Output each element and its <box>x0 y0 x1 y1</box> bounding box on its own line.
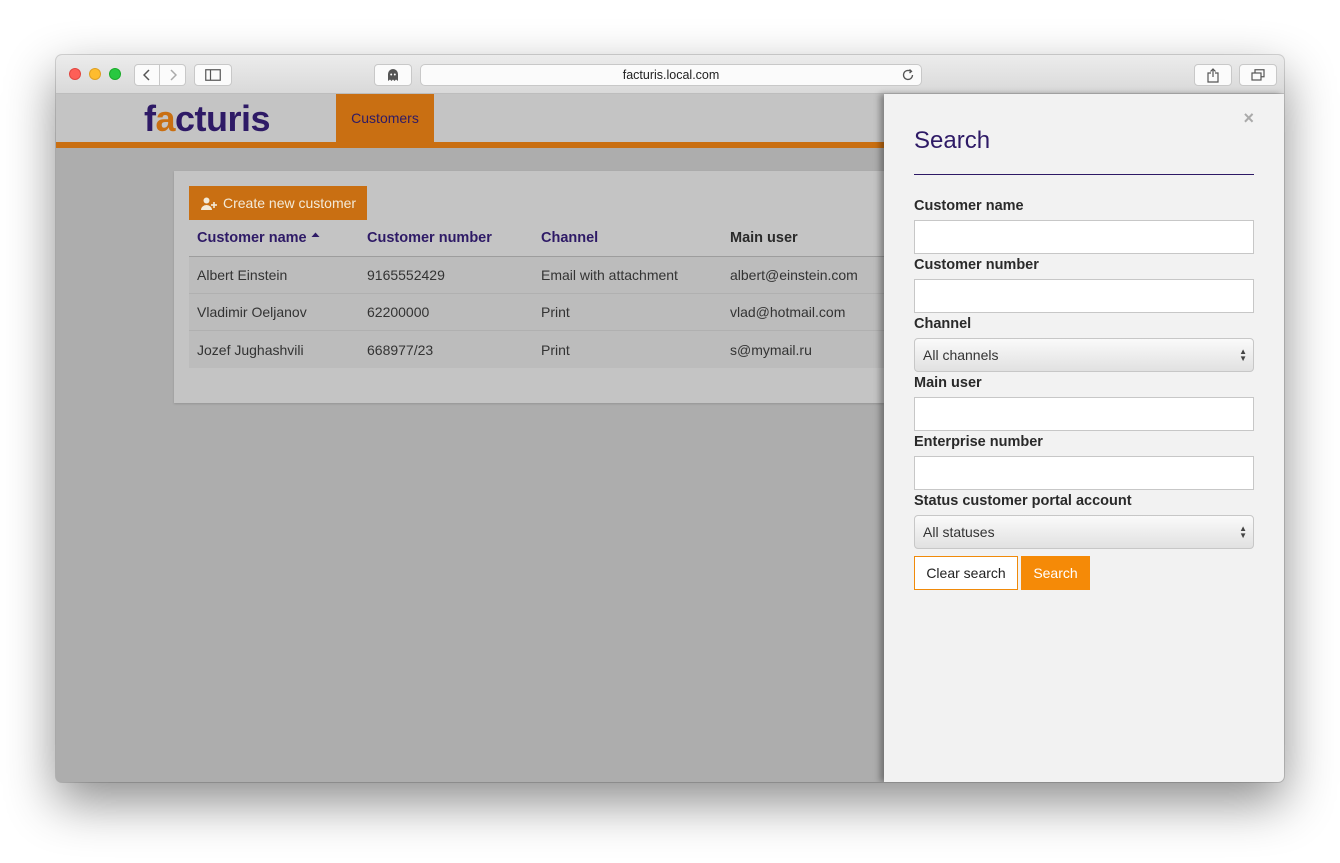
customer-name-label: Customer name <box>914 198 1024 214</box>
page-content: facturis Customers Create new customer C… <box>56 94 1284 782</box>
cell-main-user: vlad@hotmail.com <box>730 304 846 320</box>
channel-label: Channel <box>914 316 972 332</box>
cell-main-user: s@mymail.ru <box>730 341 812 358</box>
main-user-input[interactable] <box>914 397 1254 431</box>
channel-select-value: All channels <box>923 347 999 363</box>
search-form: Customer name Customer number Channel Al… <box>914 197 1254 590</box>
share-button[interactable] <box>1194 64 1232 86</box>
browser-titlebar: facturis.local.com <box>56 55 1284 94</box>
status-select[interactable]: All statuses ▲ ▼ <box>914 515 1254 549</box>
url-text: facturis.local.com <box>622 68 720 82</box>
chevron-left-icon <box>143 69 150 81</box>
create-customer-label: Create new customer <box>223 195 357 211</box>
back-button[interactable] <box>134 64 160 86</box>
window-minimize-button[interactable] <box>89 68 101 80</box>
create-customer-button[interactable]: Create new customer <box>189 186 367 220</box>
logo-letter-a: a <box>155 98 176 139</box>
sort-asc-icon <box>311 232 320 237</box>
customers-card: Create new customer Customer name Custom… <box>174 171 884 403</box>
tabs-icon <box>1251 69 1265 81</box>
enterprise-number-input[interactable] <box>914 456 1254 490</box>
nav-tab-label: Customers <box>351 110 419 126</box>
table-row[interactable]: Vladimir Oeljanov 62200000 Print vlad@ho… <box>189 294 884 331</box>
app-header: facturis Customers <box>56 94 884 148</box>
select-arrows-icon: ▲ ▼ <box>1239 347 1247 363</box>
chevron-right-icon <box>169 69 177 81</box>
add-user-icon <box>201 197 217 210</box>
channel-select[interactable]: All channels ▲ ▼ <box>914 338 1254 372</box>
cell-main-user: albert@einstein.com <box>730 267 858 283</box>
search-panel: × Search Customer name Customer number C… <box>884 94 1284 782</box>
close-icon[interactable]: × <box>1243 108 1254 129</box>
address-bar[interactable]: facturis.local.com <box>420 64 922 86</box>
cell-customer-number: 9165552429 <box>367 267 445 283</box>
customer-number-label: Customer number <box>914 257 1039 273</box>
search-panel-title: Search <box>914 127 991 154</box>
facturis-logo[interactable]: facturis <box>144 98 271 140</box>
col-header-customer-name[interactable]: Customer name <box>197 230 320 246</box>
cell-customer-name: Jozef Jughashvili <box>197 341 304 358</box>
status-select-value: All statuses <box>923 524 995 540</box>
sidebar-toggle-button[interactable] <box>194 64 232 86</box>
cell-customer-name: Vladimir Oeljanov <box>197 304 307 320</box>
sidebar-icon <box>205 69 221 81</box>
cell-channel: Print <box>541 304 570 320</box>
table-row[interactable]: Albert Einstein 9165552429 Email with at… <box>189 257 884 294</box>
customer-name-input[interactable] <box>914 220 1254 254</box>
share-icon <box>1207 67 1219 83</box>
forward-button[interactable] <box>160 64 186 86</box>
tabs-overview-button[interactable] <box>1239 64 1277 86</box>
logo-letter-f: f <box>144 98 156 139</box>
window-maximize-button[interactable] <box>109 68 121 80</box>
status-label: Status customer portal account <box>914 493 1132 509</box>
customers-table: Customer name Customer number Channel Ma… <box>189 220 884 368</box>
col-header-main-user: Main user <box>730 230 798 246</box>
browser-window: facturis.local.com facturis Customers Cr… <box>56 55 1284 782</box>
main-user-label: Main user <box>914 375 982 391</box>
cell-channel: Print <box>541 341 570 358</box>
select-arrows-icon: ▲ ▼ <box>1239 524 1247 540</box>
window-close-button[interactable] <box>69 68 81 80</box>
ghostery-extension-button[interactable] <box>374 64 412 86</box>
nav-tab-customers[interactable]: Customers <box>336 94 434 142</box>
history-nav <box>134 64 186 86</box>
clear-search-button[interactable]: Clear search <box>914 556 1018 590</box>
table-row[interactable]: Jozef Jughashvili 668977/23 Print s@myma… <box>189 331 884 368</box>
table-header: Customer name Customer number Channel Ma… <box>189 220 884 257</box>
form-actions: Clear search Search <box>914 556 1254 590</box>
col-header-customer-number[interactable]: Customer number <box>367 230 492 246</box>
cell-customer-number: 668977/23 <box>367 341 434 358</box>
col-header-channel[interactable]: Channel <box>541 230 598 246</box>
cell-customer-name: Albert Einstein <box>197 267 288 283</box>
title-divider <box>914 174 1254 175</box>
enterprise-number-label: Enterprise number <box>914 434 1043 450</box>
logo-letters-rest: cturis <box>175 98 271 139</box>
cell-channel: Email with attachment <box>541 267 678 283</box>
reload-icon[interactable] <box>901 68 915 82</box>
cell-customer-number: 62200000 <box>367 304 430 320</box>
search-button[interactable]: Search <box>1021 556 1090 590</box>
customer-number-input[interactable] <box>914 279 1254 313</box>
ghost-icon <box>388 68 398 81</box>
